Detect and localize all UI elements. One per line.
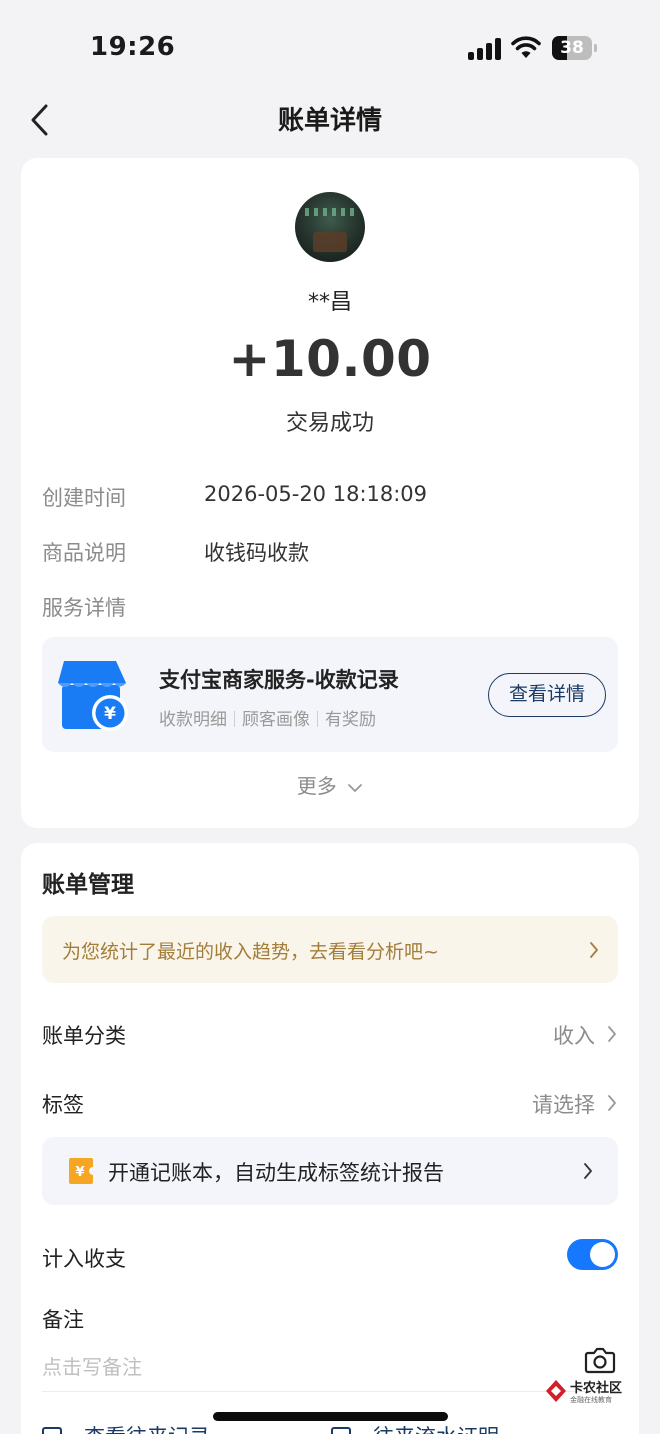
cellular-signal-icon bbox=[468, 38, 502, 60]
svg-text:¥: ¥ bbox=[104, 704, 116, 724]
note-input[interactable]: 点击写备注 bbox=[42, 1351, 142, 1380]
shop-yuan-icon: ¥ bbox=[58, 661, 128, 731]
chevron-right-icon bbox=[584, 1163, 592, 1179]
bill-category-label: 账单分类 bbox=[42, 1024, 126, 1048]
amount: +10.00 bbox=[228, 330, 432, 388]
battery-percent: 38 bbox=[560, 38, 584, 58]
view-records-link[interactable]: 查看往来记录 bbox=[42, 1421, 210, 1434]
count-in-budget-toggle[interactable] bbox=[567, 1239, 618, 1270]
avatar bbox=[295, 192, 365, 262]
product-desc-label: 商品说明 bbox=[42, 541, 126, 565]
watermark-title: 卡农社区 bbox=[570, 1381, 623, 1396]
record-icon bbox=[42, 1427, 62, 1434]
count-in-budget-label: 计入收支 bbox=[42, 1247, 126, 1271]
bill-management-card: 账单管理 为您统计了最近的收入趋势，去看看分析吧~ 账单分类 收入 标签 请选择… bbox=[21, 843, 639, 1434]
transaction-card: **昌 +10.00 交易成功 创建时间 2026-05-20 18:18:09… bbox=[21, 158, 639, 828]
ledger-banner-text: 开通记账本，自动生成标签统计报告 bbox=[108, 1161, 444, 1185]
service-title: 支付宝商家服务-收款记录 bbox=[159, 668, 399, 692]
bill-category-value[interactable]: 收入 bbox=[553, 1020, 595, 1050]
toggle-knob bbox=[590, 1242, 615, 1267]
ledger-coupon-icon: ¥ bbox=[69, 1158, 93, 1184]
status-time: 19:26 bbox=[90, 32, 176, 62]
product-desc-value: 收钱码收款 bbox=[204, 541, 309, 565]
ledger-banner[interactable]: ¥ 开通记账本，自动生成标签统计报告 bbox=[42, 1137, 618, 1205]
tag-select-value[interactable]: 请选择 bbox=[532, 1089, 595, 1119]
watermark: 卡农社区 金融在线教育 bbox=[545, 1377, 625, 1407]
chevron-right-icon bbox=[590, 942, 598, 958]
chevron-down-icon bbox=[348, 783, 363, 792]
service-tags: 收款明细 顾客画像 有奖励 bbox=[159, 705, 376, 730]
created-time-value: 2026-05-20 18:18:09 bbox=[204, 482, 428, 506]
trend-banner-text: 为您统计了最近的收入趋势，去看看分析吧~ bbox=[62, 941, 439, 963]
page-title: 账单详情 bbox=[277, 106, 382, 136]
document-icon bbox=[331, 1427, 351, 1434]
svg-text:¥: ¥ bbox=[75, 1165, 84, 1180]
merchant-service-card[interactable]: ¥ 支付宝商家服务-收款记录 收款明细 顾客画像 有奖励 查看详情 bbox=[42, 637, 618, 752]
nav-bar: 账单详情 bbox=[0, 96, 660, 144]
chevron-right-icon[interactable] bbox=[606, 1024, 618, 1044]
more-toggle[interactable]: 更多 bbox=[21, 770, 639, 799]
view-details-button[interactable]: 查看详情 bbox=[488, 673, 606, 717]
created-time-label: 创建时间 bbox=[42, 486, 126, 510]
chevron-right-icon[interactable] bbox=[606, 1093, 618, 1113]
income-trend-banner[interactable]: 为您统计了最近的收入趋势，去看看分析吧~ bbox=[42, 916, 618, 983]
payer-name: **昌 bbox=[307, 290, 352, 315]
service-tag: 有奖励 bbox=[325, 710, 376, 730]
wifi-icon bbox=[511, 36, 541, 58]
home-indicator[interactable] bbox=[213, 1412, 448, 1421]
service-tag: 顾客画像 bbox=[242, 710, 310, 730]
battery-icon: 38 bbox=[552, 36, 598, 60]
section-title: 账单管理 bbox=[42, 872, 134, 898]
note-label: 备注 bbox=[42, 1308, 84, 1332]
statement-proof-link[interactable]: 往来流水证明 bbox=[331, 1421, 499, 1434]
camera-icon[interactable] bbox=[584, 1345, 616, 1375]
service-tag: 收款明细 bbox=[159, 710, 227, 730]
more-label: 更多 bbox=[296, 774, 337, 798]
service-details-label: 服务详情 bbox=[42, 596, 126, 620]
divider bbox=[42, 1391, 618, 1392]
status-bar: 19:26 38 bbox=[0, 0, 660, 96]
tag-label: 标签 bbox=[42, 1093, 84, 1117]
trade-status: 交易成功 bbox=[285, 411, 374, 436]
watermark-subtitle: 金融在线教育 bbox=[570, 1396, 612, 1404]
kanong-logo-icon bbox=[546, 1380, 566, 1402]
